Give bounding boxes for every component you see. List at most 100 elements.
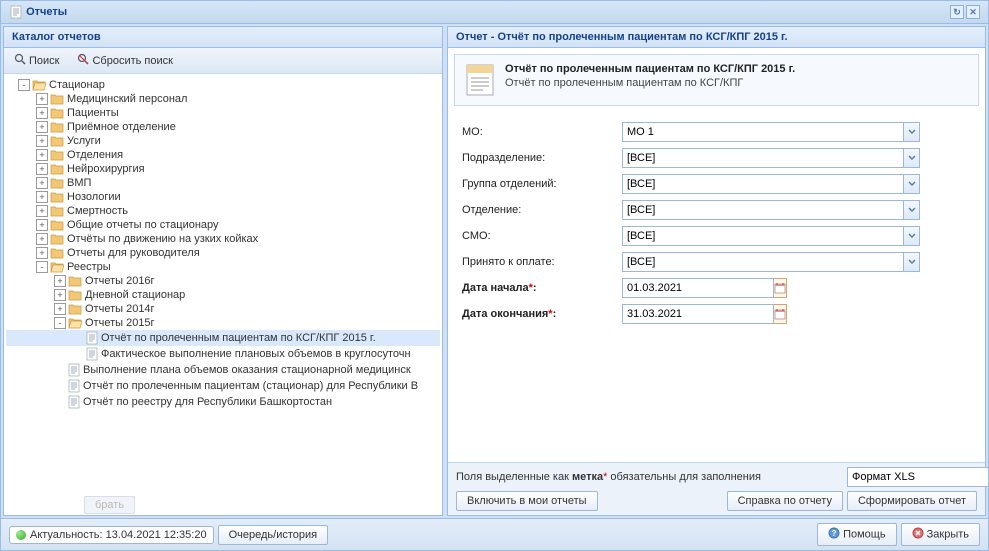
tree-node[interactable]: +Нейрохирургия [6, 162, 440, 176]
date-to-field[interactable] [622, 304, 770, 324]
paid-combo[interactable] [622, 252, 920, 272]
mo-input[interactable] [622, 122, 903, 142]
tree-node[interactable]: + Отчеты для руководителя [6, 246, 440, 260]
tree-node[interactable]: -Стационар [6, 78, 440, 92]
folder-icon [50, 205, 64, 217]
expander-icon[interactable]: + [36, 233, 48, 245]
report-help-button[interactable]: Справка по отчету [727, 491, 843, 511]
status-pill[interactable]: Актуальность: 13.04.2021 12:35:20 [9, 526, 214, 544]
help-icon [828, 530, 840, 542]
expander-icon[interactable]: + [54, 275, 66, 287]
folder-icon [50, 121, 64, 133]
tree-node-label: Отчёты по движению на узких койках [67, 233, 258, 245]
expander-icon[interactable]: + [36, 121, 48, 133]
expander-icon[interactable]: + [36, 93, 48, 105]
subdiv-combo[interactable] [622, 148, 920, 168]
close-window-icon[interactable]: ✕ [966, 5, 980, 19]
expander-icon[interactable]: + [54, 303, 66, 315]
folder-icon [50, 261, 64, 273]
reset-search-button[interactable]: Сбросить поиск [73, 51, 176, 70]
chevron-down-icon[interactable] [903, 122, 920, 142]
calendar-icon[interactable] [774, 278, 787, 298]
chevron-down-icon[interactable] [903, 226, 920, 246]
tree-node[interactable]: +Медицинский персонал [6, 92, 440, 106]
date-to-input[interactable] [622, 304, 774, 324]
folder-icon [50, 93, 64, 105]
expander-icon[interactable]: + [36, 149, 48, 161]
tree-node[interactable]: Отчёт по пролеченным пациентам по КСГ/КП… [6, 330, 440, 346]
mo-combo[interactable] [622, 122, 920, 142]
tree-node[interactable]: +Приёмное отделение [6, 120, 440, 134]
tree-node-label: Отчёт по пролеченным пациентам (стациона… [83, 380, 418, 392]
report-desc: Отчёт по пролеченным пациентам по КСГ/КП… [505, 77, 795, 89]
expander-icon[interactable]: + [36, 107, 48, 119]
status-dot-icon [16, 530, 26, 540]
add-to-my-reports-button[interactable]: Включить в мои отчеты [456, 491, 598, 511]
expander-icon[interactable]: + [54, 289, 66, 301]
dept-input[interactable] [622, 200, 903, 220]
tree-node[interactable]: Отчёт по пролеченным пациентам (стациона… [6, 378, 440, 394]
help-button[interactable]: Помощь [817, 523, 897, 546]
tree-node[interactable]: -Реестры [6, 260, 440, 274]
paid-input[interactable] [622, 252, 903, 272]
tree-node-label: Пациенты [67, 107, 119, 119]
expander-icon[interactable]: + [36, 191, 48, 203]
chevron-down-icon[interactable] [903, 174, 920, 194]
format-combo[interactable] [847, 467, 977, 487]
tree-node[interactable]: +ВМП [6, 176, 440, 190]
dept-combo[interactable] [622, 200, 920, 220]
expander-icon [72, 332, 84, 344]
catalog-toolbar: Поиск Сбросить поиск [4, 48, 442, 74]
tree-node[interactable]: +Услуги [6, 134, 440, 148]
expander-icon [54, 396, 66, 408]
tree-node-label: Смертность [67, 205, 128, 217]
tree-node[interactable]: +Дневной стационар [6, 288, 440, 302]
tree-node-label: Отчеты 2014г [85, 303, 155, 315]
smo-input[interactable] [622, 226, 903, 246]
date-from-label: Дата начала*: [462, 282, 622, 294]
chevron-down-icon[interactable] [903, 148, 920, 168]
tree-node[interactable]: + Пациенты [6, 106, 440, 120]
close-button[interactable]: Закрыть [901, 523, 980, 546]
tree-node[interactable]: +Отчеты 2016г [6, 274, 440, 288]
tree-node[interactable]: Выполнение плана объемов оказания стацио… [6, 362, 440, 378]
group-input[interactable] [622, 174, 903, 194]
tree-node-label: Отчеты для руководителя [67, 247, 200, 259]
subdiv-input[interactable] [622, 148, 903, 168]
report-tree[interactable]: -Стационар+Медицинский персонал+Пациенты… [4, 74, 442, 497]
expander-icon[interactable]: + [36, 135, 48, 147]
expander-icon[interactable]: - [54, 317, 66, 329]
tree-node[interactable]: +Нозологии [6, 190, 440, 204]
tree-node[interactable]: +Отделения [6, 148, 440, 162]
expander-icon[interactable]: - [36, 261, 48, 273]
expander-icon[interactable]: + [36, 219, 48, 231]
expander-icon[interactable]: + [36, 163, 48, 175]
tree-node[interactable]: Отчёт по реестру для Республики Башкорто… [6, 394, 440, 410]
tree-node-label: Отчёт по пролеченным пациентам по КСГ/КП… [101, 332, 376, 344]
document-icon [68, 363, 80, 377]
chevron-down-icon[interactable] [903, 252, 920, 272]
format-input[interactable] [847, 467, 988, 487]
tree-node[interactable]: + Смертность [6, 204, 440, 218]
smo-label: СМО: [462, 230, 622, 242]
smo-combo[interactable] [622, 226, 920, 246]
calendar-icon[interactable] [774, 304, 787, 324]
expander-icon[interactable]: + [36, 177, 48, 189]
queue-history-button[interactable]: Очередь/история [218, 525, 329, 545]
tree-node[interactable]: +Общие отчеты по стационару [6, 218, 440, 232]
tree-node[interactable]: + Отчёты по движению на узких койках [6, 232, 440, 246]
tree-node[interactable]: -Отчеты 2015г [6, 316, 440, 330]
group-combo[interactable] [622, 174, 920, 194]
date-from-input[interactable] [622, 278, 774, 298]
build-report-button[interactable]: Сформировать отчет [847, 491, 977, 511]
search-button[interactable]: Поиск [10, 51, 63, 70]
report-icon [465, 63, 495, 97]
refresh-icon[interactable]: ↻ [950, 5, 964, 19]
expander-icon[interactable]: + [36, 205, 48, 217]
date-from-field[interactable] [622, 278, 770, 298]
tree-node[interactable]: Фактическое выполнение плановых объемов … [6, 346, 440, 362]
expander-icon[interactable]: - [18, 79, 30, 91]
chevron-down-icon[interactable] [903, 200, 920, 220]
expander-icon[interactable]: + [36, 247, 48, 259]
tree-node[interactable]: + Отчеты 2014г [6, 302, 440, 316]
